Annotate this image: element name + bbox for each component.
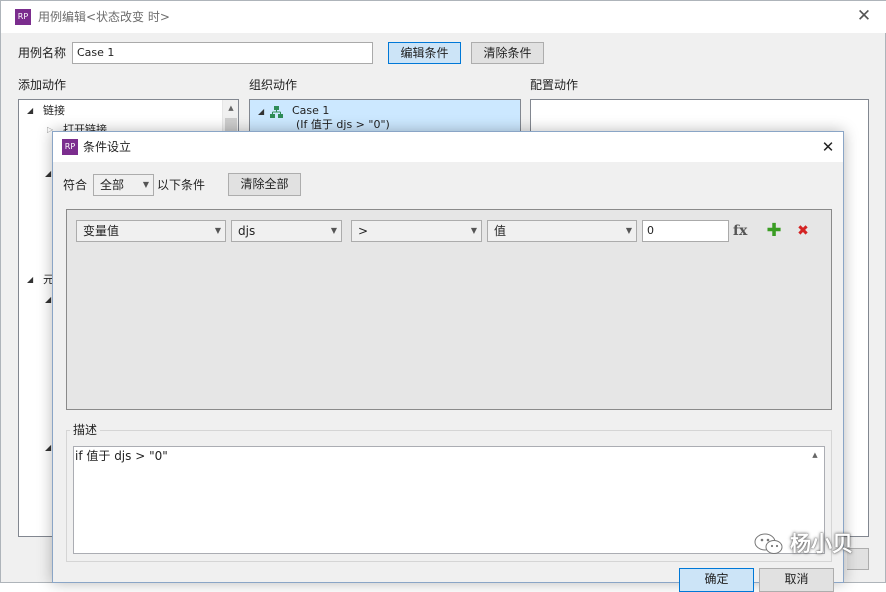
cancel-button[interactable]: 取消: [759, 568, 834, 592]
edit-condition-button[interactable]: 编辑条件: [388, 42, 461, 64]
expanded-triangle-icon[interactable]: ◢: [45, 166, 51, 182]
watermark-text: 杨小贝: [790, 532, 853, 556]
fx-icon[interactable]: fx: [733, 221, 747, 241]
chevron-down-icon: ▼: [142, 180, 149, 189]
condition-type-select[interactable]: 变量值 ▼: [76, 220, 226, 242]
chevron-down-icon: ▼: [214, 226, 221, 235]
expanded-triangle-icon[interactable]: ◢: [27, 103, 33, 119]
ok-button[interactable]: 确定: [679, 568, 754, 592]
tree-item-link-group[interactable]: 链接: [43, 103, 65, 119]
description-label: 描述: [70, 423, 101, 437]
case-name-input[interactable]: Case 1: [72, 42, 373, 64]
condition-value-input[interactable]: 0: [642, 220, 729, 242]
expanded-triangle-icon[interactable]: ◢: [45, 292, 51, 308]
case-name-label: 用例名称: [18, 46, 67, 60]
value-type-value: 值: [494, 224, 507, 238]
scroll-up-icon[interactable]: ▲: [223, 101, 239, 115]
condition-list-area: 变量值 ▼ djs ▼ > ▼ 值 ▼ 0 fx ✚ ✖: [66, 209, 832, 410]
outer-window-title: 用例编辑<状态改变 时>: [38, 10, 170, 24]
match-suffix-label: 以下条件: [157, 178, 206, 192]
description-text: if 值于 djs > "0": [75, 449, 168, 463]
variable-value: djs: [238, 224, 256, 238]
condition-dialog: RP 条件设立 ✕ 符合 全部 ▼ 以下条件 清除全部 变量值 ▼ djs ▼ …: [52, 131, 844, 592]
scrollbar-thumb[interactable]: [225, 118, 237, 132]
outer-close-icon[interactable]: ✕: [851, 4, 877, 28]
expanded-triangle-icon[interactable]: ◢: [27, 272, 33, 288]
chevron-down-icon: ▼: [625, 226, 632, 235]
chevron-down-icon: ▼: [470, 226, 477, 235]
description-box[interactable]: if 值于 djs > "0" ▲: [73, 446, 825, 554]
organize-action-header: 组织动作: [249, 78, 298, 92]
match-mode-value: 全部: [100, 178, 125, 192]
variable-select[interactable]: djs ▼: [231, 220, 342, 242]
operator-select[interactable]: > ▼: [351, 220, 482, 242]
condition-type-value: 变量值: [83, 224, 120, 238]
operator-value: >: [358, 224, 369, 238]
clear-condition-button[interactable]: 清除条件: [471, 42, 544, 64]
match-label: 符合: [63, 178, 88, 192]
add-action-header: 添加动作: [18, 78, 67, 92]
axure-app-icon: RP: [15, 9, 31, 25]
clear-all-button[interactable]: 清除全部: [228, 173, 301, 196]
wechat-watermark-icon: [754, 533, 783, 554]
value-type-select[interactable]: 值 ▼: [487, 220, 637, 242]
expanded-triangle-icon[interactable]: ◢: [45, 440, 51, 456]
dialog-title: 条件设立: [83, 140, 132, 154]
add-condition-icon[interactable]: ✚: [764, 221, 784, 241]
dialog-close-icon[interactable]: ✕: [815, 135, 841, 159]
match-mode-select[interactable]: 全部 ▼: [93, 174, 154, 196]
axure-app-icon: RP: [62, 139, 78, 155]
expanded-triangle-icon[interactable]: ◢: [258, 104, 264, 120]
chevron-down-icon: ▼: [330, 226, 337, 235]
remove-condition-icon[interactable]: ✖: [793, 221, 813, 241]
case-tree-icon: [270, 106, 283, 118]
configure-action-header: 配置动作: [530, 78, 579, 92]
scroll-up-icon[interactable]: ▲: [806, 448, 824, 462]
dialog-title-bar: RP 条件设立 ✕: [53, 132, 843, 162]
tree-item-open-link[interactable]: 打开链接: [63, 122, 107, 131]
outer-title-bar: RP 用例编辑<状态改变 时> ✕: [1, 1, 886, 33]
